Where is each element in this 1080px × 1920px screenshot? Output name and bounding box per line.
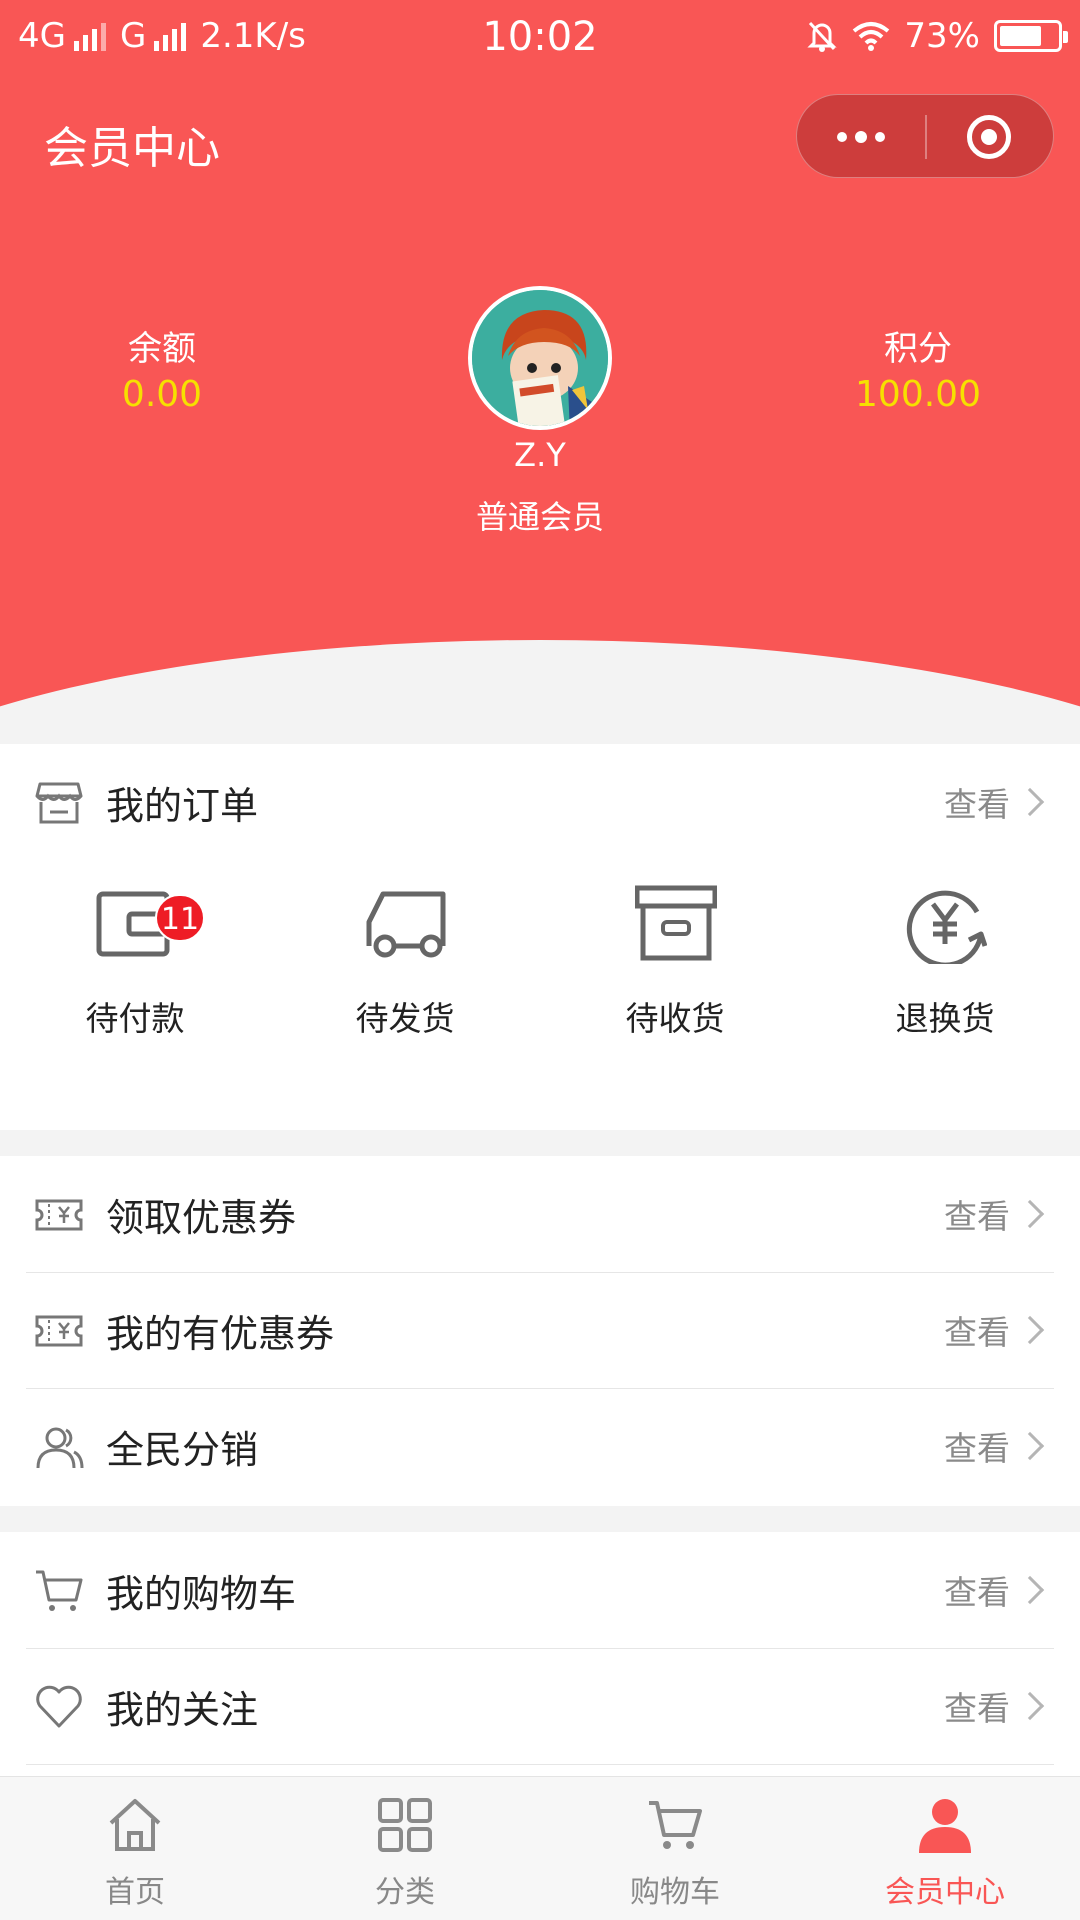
battery-percent: 73%	[904, 16, 980, 56]
more-icon[interactable]	[797, 95, 925, 179]
coupon-menu-card: 领取优惠券 查看 我的有优惠券 查看 全民分销 查看	[0, 1156, 1080, 1506]
points-stat[interactable]: 积分 100.00	[788, 326, 1048, 418]
chevron-right-icon	[1015, 787, 1045, 817]
menu-row-distribution[interactable]: 全民分销 查看	[0, 1388, 1080, 1504]
truck-icon	[366, 891, 446, 958]
cart-icon	[649, 1801, 702, 1849]
chevron-right-icon	[1015, 1431, 1045, 1461]
menu-row-get-coupons[interactable]: 领取优惠券 查看	[0, 1156, 1080, 1272]
bottom-tab-bar: 首页 分类 购物车 会员中心	[0, 1776, 1080, 1920]
tab-category[interactable]: 分类	[270, 1777, 540, 1920]
chevron-right-icon	[1015, 1199, 1045, 1229]
cart-icon	[36, 1570, 83, 1611]
tab-label: 分类	[375, 1875, 435, 1910]
menu-label: 我的有优惠券	[106, 1311, 335, 1356]
avatar-image	[472, 290, 608, 426]
heart-icon	[36, 1685, 82, 1728]
view-link[interactable]: 查看	[944, 1190, 1010, 1238]
member-level: 普通会员	[475, 498, 604, 536]
menu-label: 领取优惠券	[106, 1195, 297, 1240]
chevron-right-icon	[1015, 1575, 1045, 1605]
order-status-label: 待付款	[85, 999, 185, 1038]
view-link[interactable]: 查看	[944, 1566, 1010, 1614]
users-icon	[36, 1427, 84, 1469]
wifi-icon	[853, 22, 890, 51]
refund-icon	[906, 890, 987, 964]
order-return-exchange[interactable]: 退换货	[810, 860, 1080, 1060]
my-orders-row[interactable]: 我的订单 查看	[0, 744, 1080, 860]
shopping-menu-card: 我的购物车 查看 我的关注 查看	[0, 1532, 1080, 1776]
chevron-right-icon	[1015, 1691, 1045, 1721]
coupon-icon	[35, 1199, 83, 1231]
order-pending-payment[interactable]: 11 待付款	[0, 860, 270, 1060]
order-pending-receipt[interactable]: 待收货	[540, 860, 810, 1060]
balance-stat[interactable]: 余额 0.00	[32, 326, 292, 418]
store-icon	[35, 782, 83, 824]
menu-row-favorites[interactable]: 我的关注 查看	[0, 1648, 1080, 1764]
balance-value: 0.00	[121, 374, 203, 415]
mute-bell-icon	[807, 21, 838, 52]
grid-icon	[378, 1798, 432, 1852]
menu-label: 我的关注	[106, 1687, 259, 1732]
order-status-label: 待发货	[355, 999, 455, 1038]
points-value: 100.00	[855, 374, 981, 415]
tab-label: 购物车	[630, 1875, 720, 1910]
tab-label: 首页	[105, 1875, 165, 1910]
mini-program-capsule	[796, 94, 1054, 178]
order-status-label: 待收货	[625, 999, 725, 1038]
avatar[interactable]	[468, 286, 612, 430]
view-link[interactable]: 查看	[944, 1422, 1010, 1470]
header-curve	[0, 640, 1080, 720]
orders-card: 我的订单 查看 11 待付款 待发货 待收货 退换货	[0, 744, 1080, 1130]
view-link[interactable]: 查看	[944, 1306, 1010, 1354]
my-orders-label: 我的订单	[106, 783, 259, 828]
person-icon	[919, 1799, 971, 1853]
tab-label: 会员中心	[885, 1875, 1005, 1910]
balance-label: 余额	[128, 329, 196, 369]
tab-cart[interactable]: 购物车	[540, 1777, 810, 1920]
battery-icon	[994, 20, 1068, 52]
member-header: 4G G 2.1K/s 10:02 73% 会员中心 余额 0.00 积分 10…	[0, 0, 1080, 720]
status-bar: 4G G 2.1K/s 10:02 73%	[0, 0, 1080, 76]
username: Z.Y	[514, 436, 566, 474]
menu-row-my-coupons[interactable]: 我的有优惠券 查看	[0, 1272, 1080, 1388]
tab-member-center[interactable]: 会员中心	[810, 1777, 1080, 1920]
home-icon	[109, 1799, 161, 1851]
order-status-label: 退换货	[895, 999, 995, 1038]
chevron-right-icon	[1015, 1315, 1045, 1345]
view-link[interactable]: 查看	[944, 1682, 1010, 1730]
points-label: 积分	[884, 329, 952, 369]
box-icon	[635, 885, 717, 961]
page-title: 会员中心	[44, 123, 220, 174]
view-orders-link[interactable]: 查看	[944, 778, 1010, 826]
coupon-icon	[35, 1315, 83, 1347]
order-pending-shipment[interactable]: 待发货	[270, 860, 540, 1060]
pending-payment-badge: 11	[155, 894, 205, 942]
menu-label: 全民分销	[106, 1427, 259, 1472]
menu-label: 我的购物车	[106, 1571, 297, 1616]
tab-home[interactable]: 首页	[0, 1777, 270, 1920]
menu-row-cart[interactable]: 我的购物车 查看	[0, 1532, 1080, 1648]
